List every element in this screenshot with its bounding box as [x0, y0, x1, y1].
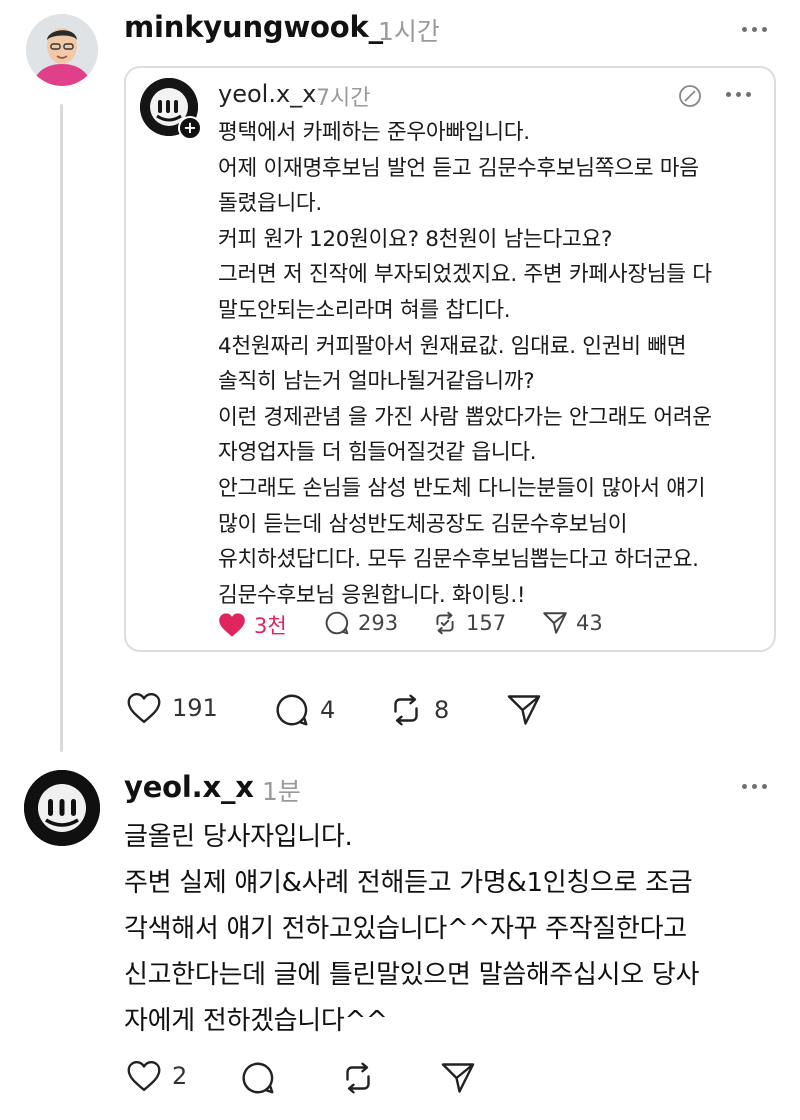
quoted-reply-count: 293 [358, 611, 399, 635]
more-options-icon[interactable] [742, 27, 767, 32]
thread-line [60, 104, 63, 752]
reply-share-button[interactable] [440, 1060, 476, 1096]
share-button[interactable] [506, 692, 542, 728]
heart-filled-icon [219, 613, 245, 637]
reply-like-button[interactable]: 2 [126, 1060, 187, 1092]
quoted-more-options-icon[interactable] [726, 92, 751, 97]
reply-reply-button[interactable] [240, 1060, 276, 1096]
repost-check-icon [436, 611, 454, 635]
reply-like-count: 2 [172, 1062, 188, 1090]
comment-icon [242, 1062, 274, 1094]
send-icon [507, 695, 541, 725]
avatar[interactable] [26, 14, 98, 86]
send-icon [543, 612, 567, 634]
quoted-share-count: 43 [576, 611, 603, 635]
reply-body: 글올린 당사자입니다. 주변 실제 얘기&사례 전해듣고 가명&1인칭으로 조금… [124, 814, 699, 1044]
quoted-line: 자영업자들 더 힘들어질것같 읍니다. [218, 440, 537, 466]
comment-icon [325, 611, 349, 635]
quoted-reply-button[interactable]: 293 [324, 610, 398, 636]
quoted-line: 4천원짜리 커피팔아서 원재료값. 임대료. 인권비 빼면 [218, 333, 687, 359]
reply-line: 글올린 당사자입니다. [124, 822, 353, 852]
reply-line: 자에게 전하겠습니다^^ [124, 1006, 388, 1036]
reply-more-options-icon[interactable] [742, 784, 767, 789]
quoted-line: 솔직히 남는거 얼마나될거같읍니까? [218, 369, 535, 395]
like-count: 191 [172, 694, 218, 722]
reply-line: 각색해서 얘기 전하고있습니다^^자꾸 주작질한다고 [124, 914, 687, 944]
quoted-line: 이런 경제관념 을 가진 사람 뽑았다가는 안그래도 어려운 [218, 404, 712, 430]
reply-count: 4 [320, 696, 336, 724]
quoted-line: 김문수후보님 응원합니다. 화이팅.! [218, 582, 526, 608]
post-time: 1시간 [378, 17, 440, 46]
quoted-time: 7시간 [316, 86, 371, 111]
reply-line: 신고한다는데 글에 틀린말있으면 말씀해주십시오 당사 [124, 960, 700, 990]
like-button[interactable]: 191 [126, 692, 218, 724]
quoted-repost-count: 157 [466, 611, 507, 635]
repost-button[interactable]: 8 [388, 692, 449, 728]
reply-username[interactable]: yeol.x_x [124, 770, 254, 804]
quoted-share-button[interactable]: 43 [542, 610, 603, 636]
quoted-post-body: 평택에서 카페하는 준우아빠입니다. 어제 이재명후보님 발언 듣고 김문수후보… [218, 115, 766, 613]
send-icon [441, 1063, 475, 1093]
reply-repost-button[interactable] [340, 1060, 376, 1096]
repost-icon [346, 1062, 370, 1094]
comment-icon [276, 694, 308, 726]
quoted-repost-button[interactable]: 157 [432, 610, 506, 636]
reply-time: 1분 [262, 777, 301, 806]
quoted-like-count: 3천 [254, 614, 287, 638]
quoted-line: 많이 듣는데 삼성반도체공장도 김문수후보님이 [218, 511, 628, 537]
edit-pencil-icon[interactable] [678, 84, 702, 112]
quoted-line: 커피 원가 120원이요? 8천원이 남는다고요? [218, 226, 613, 252]
quoted-line: 말도안되는소리라며 혀를 찹디다. [218, 297, 511, 323]
quoted-like-button[interactable]: 3천 [218, 610, 287, 640]
quoted-username[interactable]: yeol.x_x [218, 80, 316, 108]
quoted-line: 어제 이재명후보님 발언 듣고 김문수후보님쪽으로 마음 [218, 155, 699, 181]
reply-avatar[interactable] [24, 770, 100, 846]
follow-plus-icon[interactable]: + [178, 116, 202, 140]
quoted-line: 평택에서 카페하는 준우아빠입니다. [218, 120, 530, 145]
quoted-line: 안그래도 손님들 삼성 반도체 다니는분들이 많아서 얘기 [218, 475, 706, 501]
reply-button[interactable]: 4 [274, 692, 335, 728]
quoted-line: 유치하셨답디다. 모두 김문수후보님뽑는다고 하더군요. [218, 547, 699, 573]
heart-icon [127, 1061, 161, 1091]
repost-count: 8 [434, 696, 450, 724]
quoted-line: 돌렸읍니다. [218, 191, 322, 217]
reply-line: 주변 실제 얘기&사례 전해듣고 가명&1인칭으로 조금 [124, 868, 693, 898]
author-username[interactable]: minkyungwook_ [124, 10, 383, 44]
heart-icon [127, 693, 161, 723]
quoted-line: 그러면 저 진작에 부자되었겠지요. 주변 카페사장님들 다 [218, 262, 712, 288]
repost-icon [394, 694, 418, 726]
